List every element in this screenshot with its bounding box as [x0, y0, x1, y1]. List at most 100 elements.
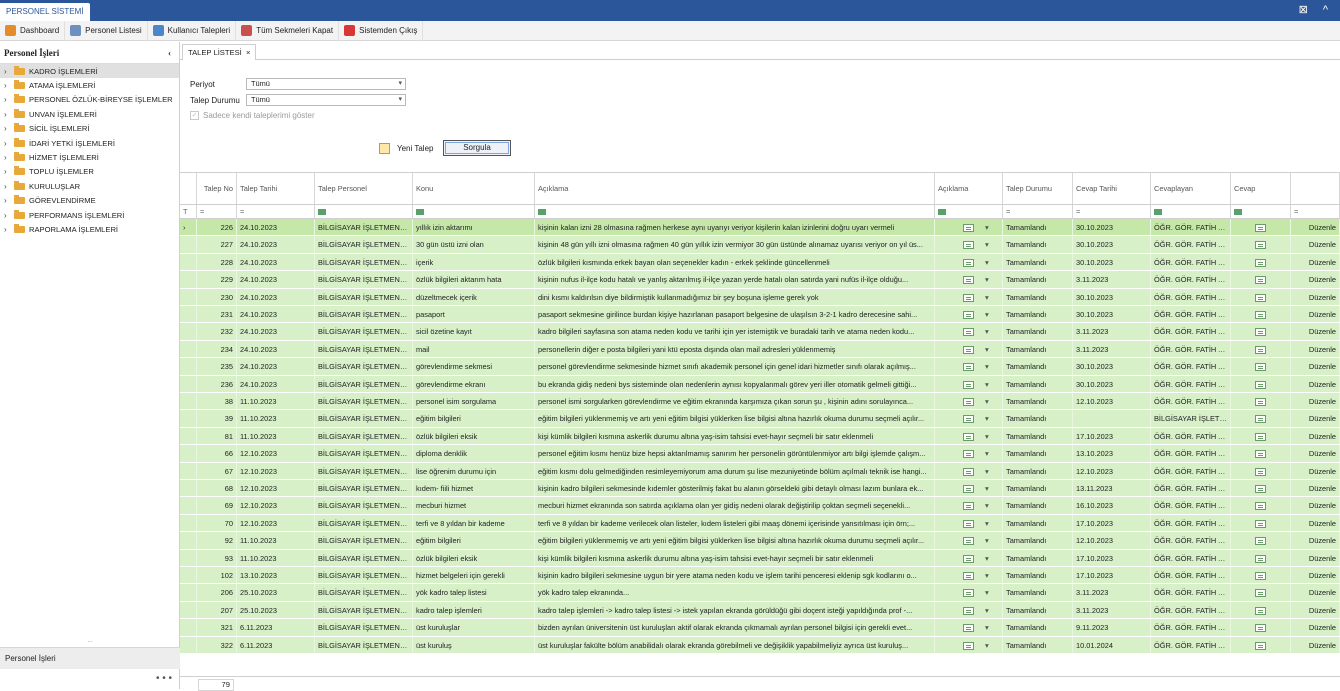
edit-link[interactable]: Düzenle [1291, 636, 1340, 653]
edit-link[interactable]: Düzenle [1291, 288, 1340, 305]
column-header[interactable]: Talep Personel [315, 173, 413, 204]
memo-cell[interactable] [935, 375, 1003, 392]
memo-cell[interactable] [1231, 619, 1291, 636]
grid-cell[interactable]: ÖĞR. GÖR. FATİH A... [1151, 514, 1231, 532]
grid-cell[interactable]: 11.10.2023 [237, 427, 315, 445]
sidebar-item[interactable]: › SİCİL İŞLEMLERİ [0, 122, 179, 136]
grid-cell[interactable]: 30.10.2023 [1073, 288, 1151, 305]
memo-cell[interactable] [1231, 497, 1291, 514]
memo-icon[interactable] [1255, 519, 1266, 528]
memo-icon[interactable] [963, 624, 974, 633]
grid-cell[interactable]: eğitim kısmı dolu gelmediğinden resimley… [535, 462, 935, 479]
filter-cell[interactable] [535, 205, 935, 218]
grid-cell[interactable]: 102 [197, 567, 237, 584]
grid-cell[interactable]: düzeltmecek içerik [413, 288, 535, 305]
filter-cell[interactable] [935, 205, 1003, 218]
grid-cell[interactable]: ÖĞR. GÖR. FATİH A... [1151, 306, 1231, 323]
grid-cell[interactable]: 39 [197, 410, 237, 427]
memo-cell[interactable] [935, 532, 1003, 549]
status-cell[interactable]: ▾ Tamamlandı [985, 549, 1073, 566]
memo-cell[interactable] [935, 445, 1003, 462]
edit-link[interactable]: Düzenle [1291, 219, 1340, 236]
memo-icon[interactable] [1255, 450, 1266, 459]
table-row[interactable]: 92 11.10.2023 BİLGİSAYAR İŞLETMENİ ... eğit… [180, 532, 1340, 550]
filter-cell[interactable]: = [1291, 205, 1340, 218]
grid-cell[interactable]: pasaport [413, 306, 535, 323]
grid-cell[interactable]: ÖĞR. GÖR. FATİH A... [1151, 532, 1231, 549]
memo-cell[interactable] [935, 358, 1003, 375]
sidebar-item[interactable]: › HİZMET İŞLEMLERİ [0, 150, 179, 164]
toolbar-button-3[interactable]: Tüm Sekmeleri Kapat [236, 20, 340, 41]
sidebar-item[interactable]: › PERSONEL ÖZLÜK-BİREYSE İŞLEMLER [0, 93, 179, 107]
table-row[interactable]: 39 11.10.2023 BİLGİSAYAR İŞLETMENİ ... eğit… [180, 410, 1340, 428]
grid-cell[interactable]: kişinin kadro bilgileri sekmesine uygun … [535, 567, 935, 584]
grid-cell[interactable]: üst kuruluşlar [413, 619, 535, 636]
memo-icon[interactable] [963, 450, 974, 459]
grid-cell[interactable]: personel eğitim kısmı henüz bize hepsi a… [535, 445, 935, 462]
memo-icon[interactable] [963, 311, 974, 320]
grid-cell[interactable]: ÖĞR. GÖR. FATİH A... [1151, 567, 1231, 584]
sidebar-footer-group[interactable]: Personel İşleri [0, 647, 180, 669]
grid-cell[interactable]: 24.10.2023 [237, 323, 315, 340]
grid-cell[interactable]: ÖĞR. GÖR. FATİH A... [1151, 427, 1231, 445]
toolbar-button-1[interactable]: Personel Listesi [65, 20, 148, 41]
memo-cell[interactable] [1231, 636, 1291, 653]
table-row[interactable]: 207 25.10.2023 BİLGİSAYAR İŞLETMENİ ... kad… [180, 601, 1340, 620]
edit-link[interactable]: Düzenle [1291, 253, 1340, 271]
memo-icon[interactable] [963, 258, 974, 267]
grid-cell[interactable]: 229 [197, 271, 237, 288]
grid-cell[interactable] [1073, 410, 1151, 427]
dropdown-arrow-icon[interactable]: ▾ [985, 289, 989, 306]
table-row[interactable]: › 226 24.10.2023 BİLGİSAYAR İŞLETMENİ ... yı… [180, 219, 1340, 237]
grid-cell[interactable]: 70 [197, 514, 237, 532]
column-header[interactable]: Talep Durumu [1003, 173, 1073, 204]
edit-link[interactable]: Düzenle [1291, 532, 1340, 549]
edit-link[interactable]: Düzenle [1291, 323, 1340, 340]
grid-cell[interactable]: 25.10.2023 [237, 601, 315, 619]
edit-link[interactable]: Düzenle [1291, 462, 1340, 479]
own-requests-checkbox[interactable]: ✓ Sadece kendi taleplerimi göster [190, 108, 406, 122]
memo-cell[interactable] [935, 340, 1003, 358]
memo-cell[interactable] [935, 410, 1003, 427]
memo-icon[interactable] [963, 467, 974, 476]
dropdown-arrow-icon[interactable]: ▾ [985, 341, 989, 358]
status-cell[interactable]: ▾ Tamamlandı [985, 514, 1073, 532]
grid-cell[interactable]: 17.10.2023 [1073, 427, 1151, 445]
memo-cell[interactable] [935, 323, 1003, 340]
grid-cell[interactable]: 30 gün üstü izni olan [413, 236, 535, 253]
grid-cell[interactable]: kişinin nufus il-ilçe kodu hatalı ve yan… [535, 271, 935, 288]
memo-icon[interactable] [963, 641, 974, 650]
grid-cell[interactable]: 12.10.2023 [237, 445, 315, 462]
memo-icon[interactable] [963, 293, 974, 302]
status-cell[interactable]: ▾ Tamamlandı [985, 375, 1073, 392]
memo-cell[interactable] [1231, 514, 1291, 532]
grid-cell[interactable]: eğitim bilgileri yüklenmemiş ve artı yen… [535, 532, 935, 549]
edit-link[interactable]: Düzenle [1291, 427, 1340, 445]
memo-cell[interactable] [1231, 462, 1291, 479]
grid-cell[interactable]: 232 [197, 323, 237, 340]
grid-cell[interactable]: 30.10.2023 [1073, 375, 1151, 392]
grid-cell[interactable]: ÖĞR. GÖR. FATİH A... [1151, 375, 1231, 392]
grid-cell[interactable]: terfi ve 8 yıldan bir kademe verilecek o… [535, 514, 935, 532]
grid-cell[interactable]: yök kadro talep listesi [413, 584, 535, 601]
memo-icon[interactable] [1255, 554, 1266, 563]
grid-cell[interactable]: BİLGİSAYAR İŞLETMENİ ... [315, 271, 413, 288]
grid-cell[interactable]: 13.10.2023 [1073, 445, 1151, 462]
memo-cell[interactable] [1231, 219, 1291, 236]
memo-icon[interactable] [1255, 589, 1266, 598]
memo-cell[interactable] [1231, 427, 1291, 445]
memo-icon[interactable] [963, 241, 974, 250]
edit-link[interactable]: Düzenle [1291, 410, 1340, 427]
edit-link[interactable]: Düzenle [1291, 584, 1340, 601]
grid-cell[interactable]: 12.10.2023 [1073, 532, 1151, 549]
dropdown-arrow-icon[interactable]: ▾ [985, 480, 989, 497]
memo-cell[interactable] [1231, 271, 1291, 288]
status-cell[interactable]: ▾ Tamamlandı [985, 462, 1073, 479]
dropdown-arrow-icon[interactable]: ▾ [985, 532, 989, 549]
status-cell[interactable]: ▾ Tamamlandı [985, 410, 1073, 427]
grid-cell[interactable]: BİLGİSAYAR İŞLETMENİ ... [315, 497, 413, 514]
grid-cell[interactable]: 66 [197, 445, 237, 462]
memo-icon[interactable] [963, 345, 974, 354]
memo-icon[interactable] [1255, 380, 1266, 389]
status-cell[interactable]: ▾ Tamamlandı [985, 219, 1073, 236]
